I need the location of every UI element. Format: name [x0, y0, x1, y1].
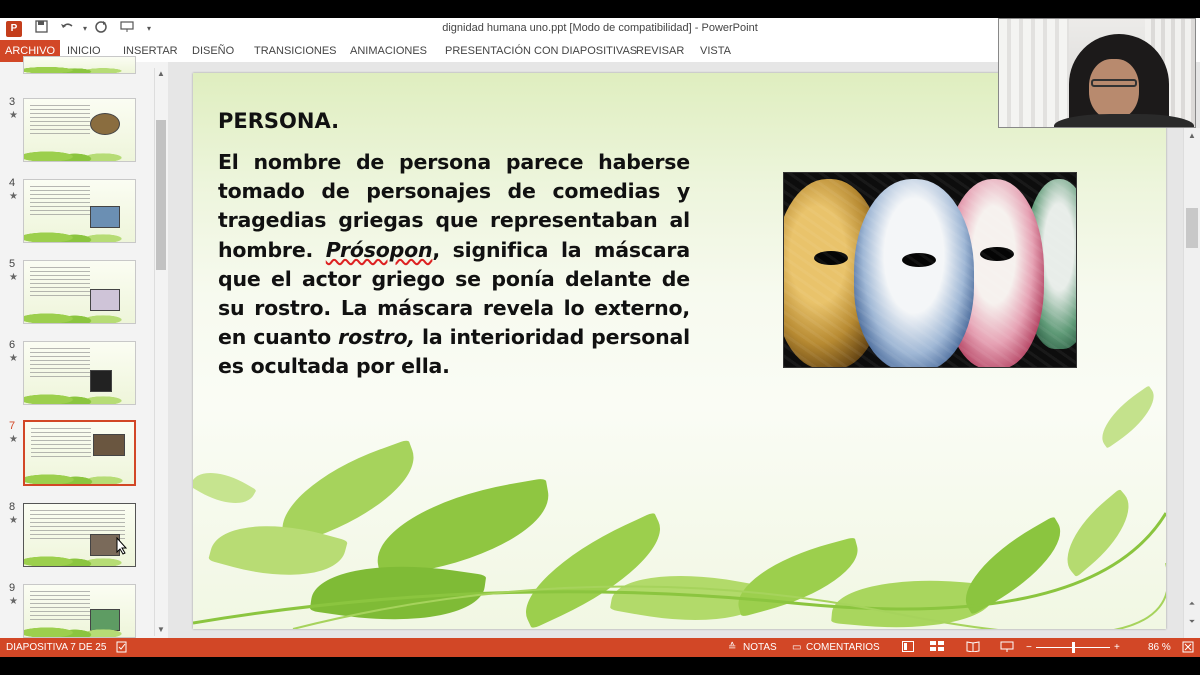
- slide-thumbnail-3[interactable]: [23, 98, 136, 162]
- scrollbar-thumb[interactable]: [156, 120, 166, 270]
- zoom-level[interactable]: 86 %: [1148, 641, 1171, 654]
- body-italic-term: Prósopon: [325, 237, 433, 262]
- prev-slide-icon[interactable]: ⏶: [1186, 598, 1198, 610]
- status-bar: DIAPOSITIVA 7 DE 25 ≙ NOTAS ▭ COMENTARIO…: [0, 638, 1200, 657]
- presenter-face: [1089, 59, 1139, 119]
- tab-vista[interactable]: VISTA: [700, 40, 731, 62]
- save-icon[interactable]: [32, 20, 50, 38]
- thumbnail-scrollbar[interactable]: ▲ ▼: [154, 68, 166, 636]
- slide-thumbnail-5[interactable]: [23, 260, 136, 324]
- slide-body-text[interactable]: El nombre de persona parece haberse toma…: [218, 148, 690, 382]
- comments-button[interactable]: COMENTARIOS: [806, 641, 880, 654]
- current-slide[interactable]: PERSONA. El nombre de persona parece hab…: [193, 73, 1166, 629]
- reading-view-icon[interactable]: [966, 641, 980, 656]
- normal-view-icon[interactable]: [902, 641, 914, 656]
- slide-number-active: 7: [9, 420, 16, 432]
- scrollbar-thumb[interactable]: [1186, 208, 1198, 248]
- presenter-glasses: [1091, 79, 1137, 87]
- animation-star-icon: ★: [9, 191, 18, 202]
- tab-presentacion[interactable]: PRESENTACIÓN CON DIAPOSITIVAS: [445, 40, 637, 62]
- slide-number: 8: [9, 501, 16, 513]
- tab-revisar[interactable]: REVISAR: [636, 40, 684, 62]
- background-curtain: [999, 19, 1069, 127]
- animation-star-icon: ★: [9, 596, 18, 607]
- screen-top-bar: [0, 0, 1200, 18]
- masks-image[interactable]: [783, 172, 1077, 368]
- notes-button[interactable]: NOTAS: [743, 641, 777, 654]
- next-slide-icon[interactable]: ⏷: [1186, 616, 1198, 628]
- slide-thumbnail-pane: 3 ★ 4 ★ 5 ★ 6 ★ 7 ★ 8 ★ 9 ★: [0, 56, 168, 638]
- webcam-overlay: [998, 18, 1196, 128]
- present-icon[interactable]: [118, 20, 136, 38]
- slideshow-icon[interactable]: [1000, 641, 1014, 657]
- notes-icon[interactable]: ≙: [728, 641, 736, 654]
- body-italic-term: rostro,: [338, 325, 415, 350]
- animation-star-icon: ★: [9, 515, 18, 526]
- slide-thumbnail-9[interactable]: [23, 584, 136, 638]
- tab-animaciones[interactable]: ANIMACIONES: [350, 40, 427, 62]
- mouse-cursor-icon: [116, 537, 128, 555]
- spellcheck-icon[interactable]: [116, 641, 128, 657]
- image-texture: [784, 173, 1076, 367]
- slide-thumbnail-8[interactable]: [23, 503, 136, 567]
- slide-number: 6: [9, 339, 16, 351]
- customize-toolbar-icon[interactable]: ▾: [140, 20, 158, 38]
- zoom-out-button[interactable]: −: [1026, 641, 1032, 654]
- zoom-slider-thumb[interactable]: [1072, 642, 1075, 653]
- decorative-vines: [193, 512, 1166, 629]
- slide-number: 9: [9, 582, 16, 594]
- slide-sorter-icon[interactable]: [930, 641, 944, 656]
- tab-transiciones[interactable]: TRANSICIONES: [254, 40, 337, 62]
- powerpoint-window: P ▾ ▾ dignidad humana uno.ppt [Modo de c…: [0, 0, 1200, 675]
- zoom-in-button[interactable]: +: [1114, 641, 1120, 654]
- tab-diseno[interactable]: DISEÑO: [192, 40, 234, 62]
- undo-icon[interactable]: [58, 20, 76, 38]
- comments-icon[interactable]: ▭: [792, 641, 801, 654]
- slide-number: 4: [9, 177, 16, 189]
- slide-number: 3: [9, 96, 16, 108]
- screen-bottom-bar: [0, 657, 1200, 675]
- slide-counter: DIAPOSITIVA 7 DE 25: [6, 642, 107, 653]
- slide-title[interactable]: PERSONA.: [218, 109, 339, 133]
- document-title: dignidad humana uno.ppt [Modo de compati…: [442, 22, 758, 34]
- scroll-down-icon[interactable]: ▼: [155, 624, 167, 636]
- powerpoint-logo-icon: P: [6, 21, 22, 37]
- slide-thumbnail-4[interactable]: [23, 179, 136, 243]
- scroll-up-icon[interactable]: ▲: [1186, 130, 1198, 142]
- presenter-body: [1054, 114, 1194, 127]
- animation-star-icon: ★: [9, 353, 18, 364]
- animation-star-icon: ★: [9, 110, 18, 121]
- animation-star-icon: ★: [9, 272, 18, 283]
- decorative-leaf: [1091, 385, 1165, 449]
- slide-scrollbar[interactable]: ▲ ⏶ ⏷: [1183, 128, 1200, 638]
- slide-thumbnail-7-active[interactable]: [23, 420, 136, 486]
- animation-star-icon: ★: [9, 434, 18, 445]
- slide-thumbnail-6[interactable]: [23, 341, 136, 405]
- fit-to-window-icon[interactable]: [1182, 641, 1194, 657]
- redo-icon[interactable]: [92, 20, 110, 38]
- slide-number: 5: [9, 258, 16, 270]
- scroll-up-icon[interactable]: ▲: [155, 68, 167, 80]
- slide-thumbnail-2[interactable]: [23, 56, 136, 74]
